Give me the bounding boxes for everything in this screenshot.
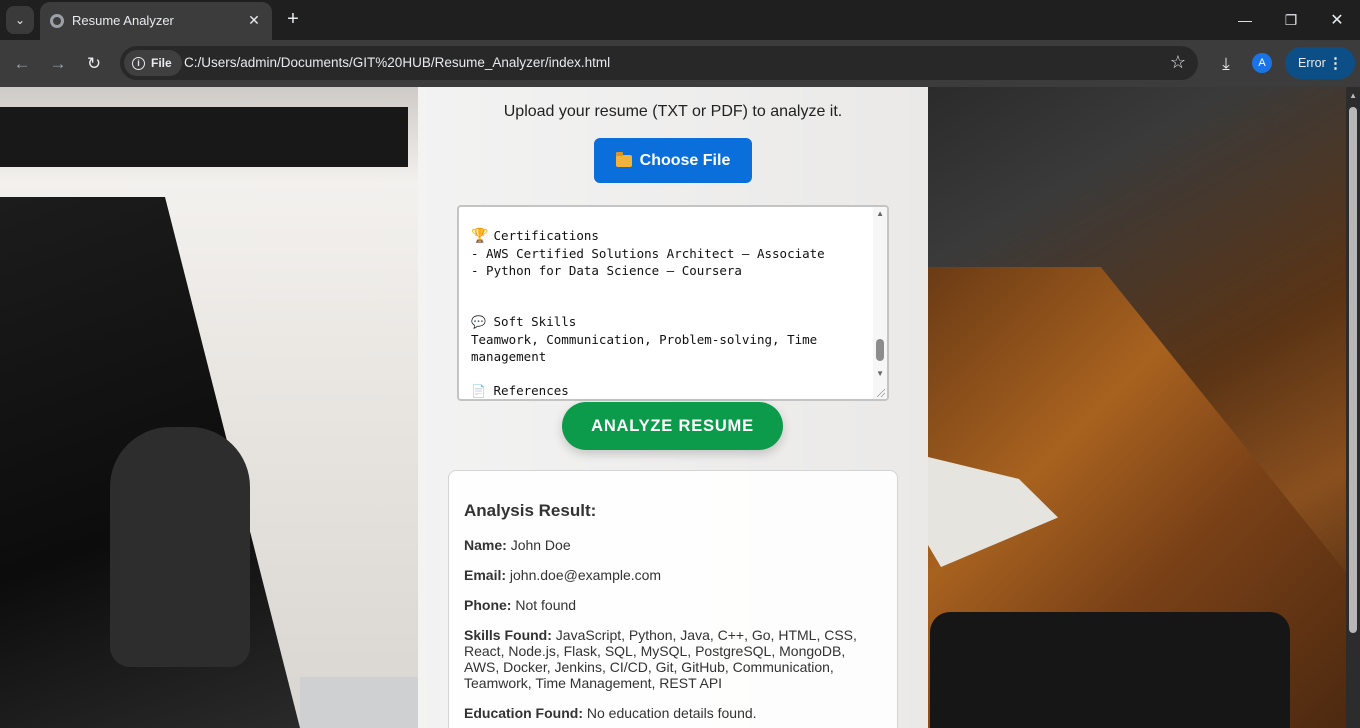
soft-skills-text: Teamwork, Communication, Problem-solving… [471, 332, 825, 364]
address-bar[interactable]: i File C:/Users/admin/Documents/GIT%20HU… [120, 46, 1198, 80]
tab-title: Resume Analyzer [72, 13, 174, 28]
resume-textarea[interactable]: 🏆 Certifications - AWS Certified Solutio… [457, 205, 889, 401]
scroll-up-arrow[interactable]: ▲ [876, 209, 884, 218]
page-scroll-thumb[interactable] [1349, 107, 1357, 633]
result-label: Skills Found: [464, 627, 552, 643]
tab-strip: ⌄ Resume Analyzer ✕ + — ❐ ✕ [0, 0, 1360, 40]
document-icon: 📄 [471, 384, 486, 398]
chip-label: File [151, 56, 172, 70]
references-heading: References [493, 383, 569, 398]
result-value: No education details found. [586, 705, 757, 721]
choose-file-label: Choose File [639, 151, 731, 169]
error-label: Error [1298, 56, 1326, 70]
result-row-name: Name: John Doe [464, 537, 882, 553]
globe-icon [50, 14, 64, 28]
result-row-education: Education Found: No education details fo… [464, 705, 882, 721]
page-scrollbar[interactable]: ▲ [1346, 87, 1360, 728]
avatar[interactable]: A [1252, 53, 1272, 73]
analyze-resume-button[interactable]: ANALYZE RESUME [562, 402, 783, 450]
certification-item: - AWS Certified Solutions Architect – As… [471, 246, 825, 261]
download-icon[interactable]: ⤓ [1214, 52, 1238, 76]
error-button[interactable]: Error ⋮ [1285, 47, 1355, 79]
chat-bubble-icon: 💬 [471, 315, 486, 329]
result-row-phone: Phone: Not found [464, 597, 882, 613]
trophy-icon: 🏆 [471, 228, 489, 244]
result-value: Not found [515, 597, 577, 613]
background-phone [930, 612, 1290, 728]
close-icon[interactable]: ✕ [244, 10, 264, 30]
plus-icon[interactable]: + [282, 8, 304, 30]
resume-text-content: 🏆 Certifications - AWS Certified Solutio… [471, 227, 871, 399]
analyzer-panel: Upload your resume (TXT or PDF) to analy… [418, 87, 928, 728]
minimize-button[interactable]: — [1222, 4, 1268, 36]
scroll-thumb[interactable] [876, 339, 884, 361]
info-icon: i [132, 56, 145, 70]
resize-handle[interactable] [877, 389, 885, 397]
result-label: Name: [464, 537, 507, 553]
result-heading: Analysis Result: [464, 501, 597, 520]
folder-icon [615, 151, 632, 167]
tab-search-icon[interactable]: ⌄ [6, 6, 34, 34]
background-mug [110, 427, 250, 667]
certifications-heading: Certifications [493, 228, 599, 243]
result-label: Education Found: [464, 705, 583, 721]
certification-item: - Python for Data Science – Coursera [471, 263, 742, 278]
soft-skills-heading: Soft Skills [493, 314, 577, 329]
forward-icon[interactable]: → [44, 50, 72, 78]
upload-instructions: Upload your resume (TXT or PDF) to analy… [503, 103, 843, 120]
textarea-scrollbar[interactable]: ▲ ▼ [873, 207, 887, 399]
background-shadow [0, 107, 408, 167]
reload-icon[interactable]: ↻ [80, 50, 108, 78]
scroll-down-arrow[interactable]: ▼ [876, 369, 884, 378]
background-keyboard [300, 677, 418, 728]
page-scroll-up-arrow[interactable]: ▲ [1349, 91, 1357, 100]
result-value: John Doe [510, 537, 571, 553]
url-text[interactable]: C:/Users/admin/Documents/GIT%20HUB/Resum… [184, 55, 610, 70]
result-row-email: Email: john.doe@example.com [464, 567, 882, 583]
result-label: Phone: [464, 597, 512, 613]
result-row-skills: Skills Found: JavaScript, Python, Java, … [464, 627, 882, 691]
kebab-menu-icon: ⋮ [1328, 55, 1343, 72]
result-label: Email: [464, 567, 507, 583]
window-close-button[interactable]: ✕ [1314, 4, 1360, 36]
browser-toolbar: ← → ↻ i File C:/Users/admin/Documents/GI… [0, 40, 1360, 87]
result-value: john.doe@example.com [509, 567, 662, 583]
tab-resume-analyzer[interactable]: Resume Analyzer ✕ [40, 2, 272, 40]
analysis-result-card: Analysis Result: Name: John Doe Email: j… [448, 470, 898, 728]
site-info-chip[interactable]: i File [124, 50, 182, 76]
page-viewport: Upload your resume (TXT or PDF) to analy… [0, 87, 1360, 728]
star-icon[interactable]: ☆ [1170, 52, 1186, 73]
restore-button[interactable]: ❐ [1268, 4, 1314, 36]
choose-file-button[interactable]: Choose File [594, 138, 752, 183]
back-icon[interactable]: ← [8, 50, 36, 78]
